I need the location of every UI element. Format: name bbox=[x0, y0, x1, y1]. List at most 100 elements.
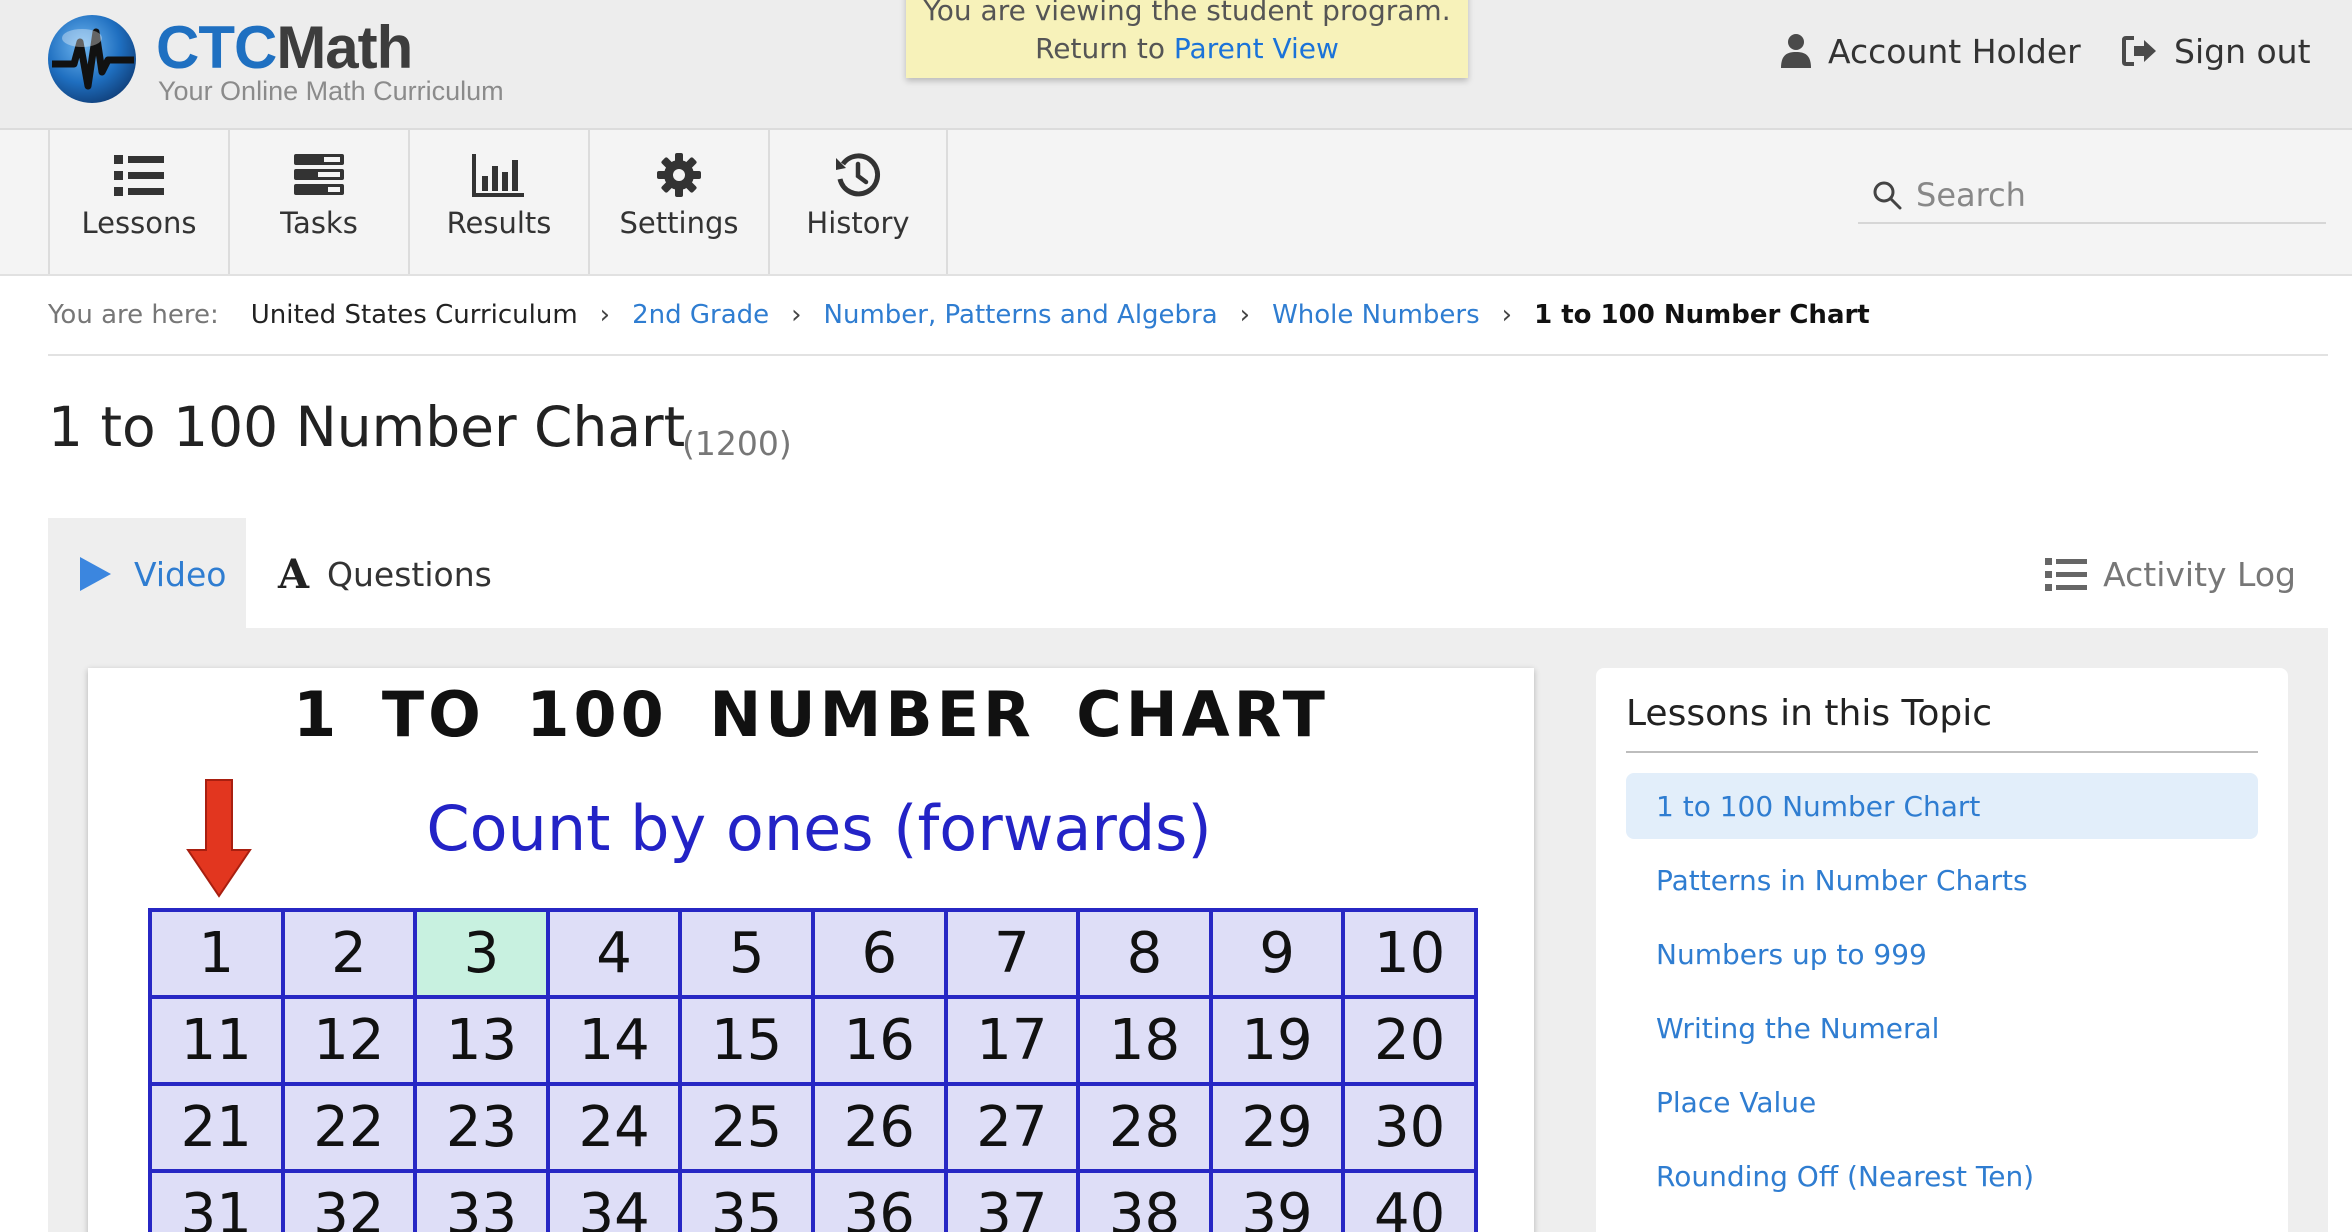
breadcrumb-separator: › bbox=[599, 300, 611, 330]
breadcrumb-strand[interactable]: Number, Patterns and Algebra bbox=[824, 300, 1218, 330]
user-icon bbox=[1781, 34, 1811, 68]
parent-view-link[interactable]: Parent View bbox=[1174, 32, 1339, 65]
breadcrumb-grade[interactable]: 2nd Grade bbox=[632, 300, 769, 330]
lesson-code: (1200) bbox=[682, 424, 792, 463]
grid-cell: 30 bbox=[1341, 1082, 1478, 1173]
grid-cell: 12 bbox=[280, 995, 418, 1086]
page-title: 1 to 100 Number Chart bbox=[48, 395, 686, 459]
search-box bbox=[1858, 168, 2326, 224]
tasks-icon bbox=[294, 154, 344, 195]
grid-cell: 23 bbox=[413, 1082, 550, 1173]
grid-cell: 3 bbox=[413, 908, 550, 999]
nav-settings-label: Settings bbox=[619, 206, 739, 240]
lesson-item[interactable]: 1 to 100 Number Chart bbox=[1626, 773, 2258, 840]
grid-cell: 7 bbox=[943, 908, 1081, 999]
logo-name: CTCMath bbox=[156, 14, 413, 81]
tab-video-label: Video bbox=[134, 554, 227, 594]
video-player[interactable]: 1 TO 100 NUMBER CHART Count by ones (for… bbox=[88, 668, 1534, 1232]
lesson-item[interactable]: Place Value bbox=[1626, 1069, 2258, 1135]
grid-cell: 32 bbox=[280, 1169, 418, 1232]
grid-cell: 36 bbox=[810, 1169, 948, 1232]
grid-cell: 18 bbox=[1076, 995, 1213, 1086]
grid-cell: 8 bbox=[1076, 908, 1213, 999]
breadcrumb-curriculum[interactable]: United States Curriculum bbox=[251, 300, 578, 330]
lesson-item[interactable]: Patterns in Number Charts bbox=[1626, 847, 2258, 913]
bar-chart-icon bbox=[472, 154, 524, 197]
font-a-icon: A bbox=[278, 550, 310, 598]
top-header: CTCMath Your Online Math Curriculum You … bbox=[0, 0, 2352, 130]
grid-cell: 27 bbox=[943, 1082, 1081, 1173]
nav-lessons[interactable]: Lessons bbox=[48, 130, 228, 274]
nav-results-label: Results bbox=[446, 206, 552, 240]
lesson-item[interactable]: Writing the Numeral bbox=[1626, 995, 2258, 1061]
nav-history-label: History bbox=[806, 206, 910, 240]
nav-results[interactable]: Results bbox=[408, 130, 588, 274]
grid-cell: 19 bbox=[1208, 995, 1346, 1086]
lessons-panel-heading: Lessons in this Topic bbox=[1626, 692, 2258, 754]
grid-cell: 6 bbox=[810, 908, 948, 999]
list-icon bbox=[114, 155, 164, 196]
grid-cell: 31 bbox=[148, 1169, 285, 1232]
ctcmath-logo[interactable]: CTCMath Your Online Math Curriculum bbox=[44, 12, 524, 106]
grid-cell: 16 bbox=[810, 995, 948, 1086]
grid-cell: 40 bbox=[1341, 1169, 1478, 1232]
grid-cell: 9 bbox=[1208, 908, 1346, 999]
nav-history[interactable]: History bbox=[768, 130, 948, 274]
grid-cell: 28 bbox=[1076, 1082, 1213, 1173]
sign-out-button[interactable]: Sign out bbox=[2122, 28, 2311, 74]
breadcrumb-separator: › bbox=[1501, 300, 1513, 330]
grid-cell: 17 bbox=[943, 995, 1081, 1086]
grid-cell: 2 bbox=[280, 908, 418, 999]
activity-log-label: Activity Log bbox=[2103, 554, 2296, 594]
grid-cell: 37 bbox=[943, 1169, 1081, 1232]
main-nav: Lessons Tasks Results Settings History bbox=[0, 130, 2352, 276]
grid-cell: 34 bbox=[545, 1169, 683, 1232]
lesson-item[interactable]: Numbers up to 999 bbox=[1626, 921, 2258, 987]
grid-row: 21 22 23 24 25 26 27 28 29 30 bbox=[148, 1082, 1478, 1173]
notice-return-line: Return to Parent View bbox=[1035, 32, 1339, 65]
logo-tagline: Your Online Math Curriculum bbox=[158, 76, 504, 106]
grid-cell: 1 bbox=[148, 908, 285, 999]
search-icon bbox=[1873, 181, 1902, 210]
breadcrumb-current: 1 to 100 Number Chart bbox=[1534, 300, 1870, 330]
video-subtitle: Count by ones (forwards) bbox=[426, 792, 1212, 865]
lesson-item[interactable]: Rounding Off (Nearest Ten) bbox=[1626, 1143, 2258, 1209]
grid-cell: 24 bbox=[545, 1082, 683, 1173]
tab-questions[interactable]: A Questions bbox=[278, 518, 492, 630]
grid-cell: 10 bbox=[1341, 908, 1478, 999]
grid-cell: 35 bbox=[678, 1169, 815, 1232]
grid-row: 11 12 13 14 15 16 17 18 19 20 bbox=[148, 995, 1478, 1086]
number-chart-grid: 1 2 3 4 5 6 7 8 9 10 11 12 13 14 15 16 17 18 19 20 21 22 23 24 2… bbox=[148, 908, 1478, 1232]
grid-cell: 25 bbox=[678, 1082, 815, 1173]
grid-cell: 33 bbox=[413, 1169, 550, 1232]
grid-row: 1 2 3 4 5 6 7 8 9 10 bbox=[148, 908, 1478, 999]
breadcrumb-prefix: You are here: bbox=[48, 300, 219, 330]
breadcrumb-separator: › bbox=[791, 300, 802, 330]
gear-icon bbox=[657, 153, 701, 197]
grid-cell: 39 bbox=[1208, 1169, 1346, 1232]
grid-cell: 38 bbox=[1076, 1169, 1213, 1232]
lesson-tabs: Video A Questions Activity Log bbox=[48, 518, 2328, 630]
video-title: 1 TO 100 NUMBER CHART bbox=[293, 678, 1329, 751]
activity-log-button[interactable]: Activity Log bbox=[2045, 518, 2296, 630]
sign-out-label: Sign out bbox=[2174, 31, 2311, 71]
grid-row: 31 32 33 34 35 36 37 38 39 40 bbox=[148, 1169, 1478, 1232]
grid-cell: 29 bbox=[1208, 1082, 1346, 1173]
nav-settings[interactable]: Settings bbox=[588, 130, 768, 274]
breadcrumb: You are here: United States Curriculum ›… bbox=[48, 276, 2328, 356]
tab-questions-label: Questions bbox=[327, 554, 492, 594]
student-view-notice: You are viewing the student program. Ret… bbox=[906, 0, 1468, 78]
account-holder-button[interactable]: Account Holder bbox=[1780, 28, 2081, 74]
grid-cell: 26 bbox=[810, 1082, 948, 1173]
history-icon bbox=[836, 153, 880, 197]
search-input[interactable] bbox=[1916, 176, 2316, 214]
grid-cell: 22 bbox=[280, 1082, 418, 1173]
globe-logo-icon bbox=[48, 15, 136, 103]
grid-cell: 4 bbox=[545, 908, 683, 999]
play-icon bbox=[80, 557, 111, 591]
nav-tasks[interactable]: Tasks bbox=[228, 130, 408, 274]
tab-video[interactable]: Video bbox=[48, 518, 246, 630]
lessons-in-topic-panel: Lessons in this Topic 1 to 100 Number Ch… bbox=[1596, 668, 2288, 1232]
nav-lessons-label: Lessons bbox=[81, 206, 197, 240]
breadcrumb-topic[interactable]: Whole Numbers bbox=[1272, 300, 1480, 330]
